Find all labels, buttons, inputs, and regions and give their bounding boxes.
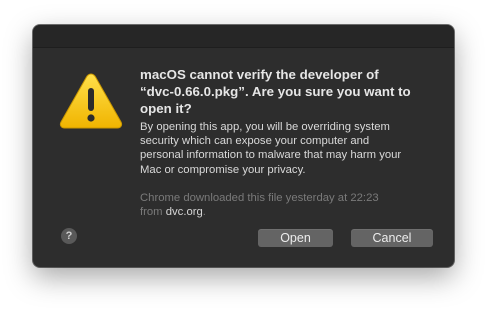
dialog-message: By opening this app, you will be overrid… [140,120,430,177]
dialog-message-line: By opening this app, you will be overrid… [140,121,390,133]
cancel-button[interactable]: Cancel [351,229,433,247]
dialog-title: macOS cannot verify the developer of “dv… [140,66,440,117]
dialog-message-line: security which can expose your computer … [140,135,370,148]
security-alert-dialog: macOS cannot verify the developer of “dv… [33,25,454,267]
source-from-label: from [140,206,166,219]
download-source-line: Chrome downloaded this file yesterday at… [140,192,379,204]
dialog-title-line: macOS cannot verify the developer of [140,67,379,82]
warning-triangle-icon [58,71,124,131]
dialog-message-line: Mac or compromise your privacy. [140,163,306,176]
dialog-message-line: personal information to malware that may… [140,149,402,162]
open-button[interactable]: Open [258,229,333,247]
help-button[interactable]: ? [61,228,77,244]
dialog-title-line: “dvc-0.66.0.pkg”. Are you sure you want … [140,84,411,99]
source-domain: dvc.org [165,206,203,219]
source-period: . [202,206,206,219]
dialog-titlebar [33,25,454,48]
download-source-line: from dvc.org. [140,205,430,219]
download-source-note: Chrome downloaded this file yesterday at… [140,191,430,219]
dialog-title-line: open it? [140,101,192,116]
